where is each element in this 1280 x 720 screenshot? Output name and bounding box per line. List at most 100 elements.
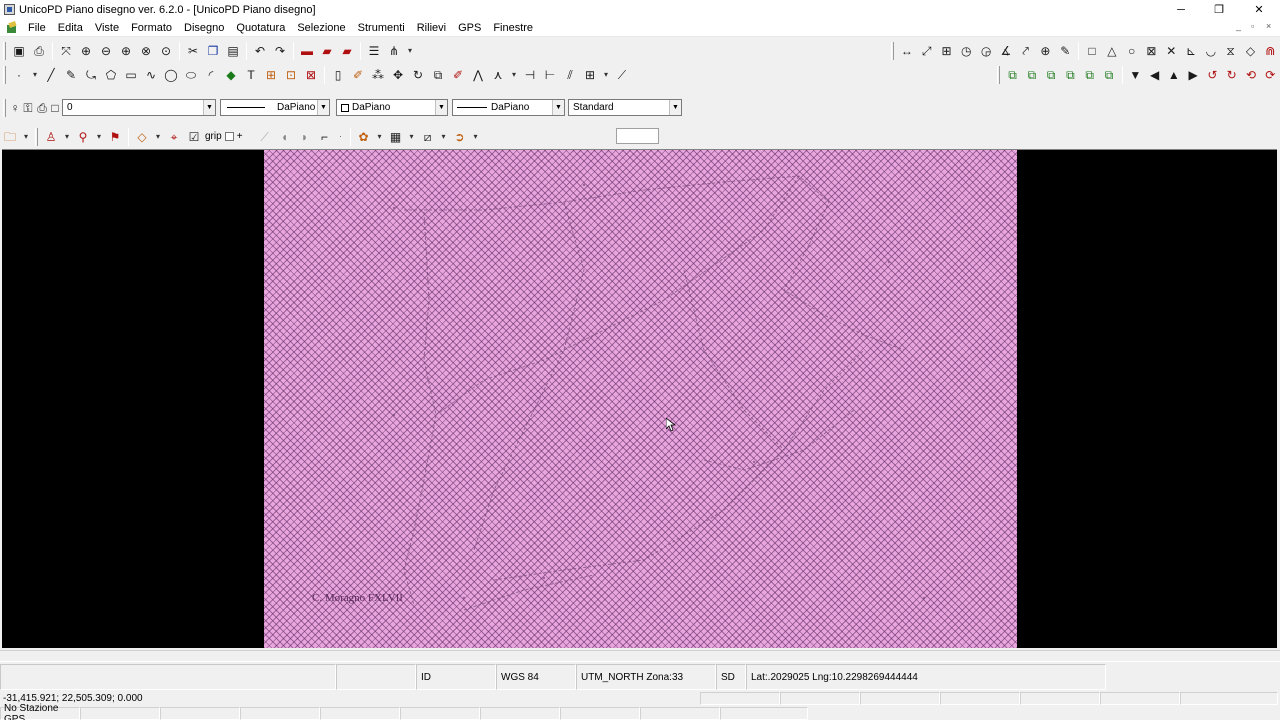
snap-square-icon[interactable]: □ [1083,42,1101,60]
undo-icon[interactable]: ↶ [251,42,269,60]
grip-check-icon[interactable]: ☑ [185,128,203,146]
menu-rilievi[interactable]: Rilievi [411,22,452,34]
ortho-icon[interactable]: ◖ [276,128,294,146]
copy-text-icon[interactable]: ⧉ [1062,66,1079,84]
chevron-down-icon[interactable]: ▾ [21,128,31,146]
copy-object-icon[interactable]: ⧉ [1004,66,1021,84]
snap-endpoint-icon[interactable]: ◇ [133,128,151,146]
app-icon[interactable] [4,4,15,15]
raster-icon[interactable]: ✿ [355,128,373,146]
array-icon[interactable]: ⁂ [369,66,387,84]
rotate-left-icon[interactable]: ↺ [1204,66,1221,84]
chevron-down-icon[interactable]: ▼ [435,100,447,115]
dim-diameter-icon[interactable]: ◶ [977,42,995,60]
layer-icon[interactable]: ▬ [298,42,316,60]
drawing-canvas[interactable]: C. Moragno FXLVII [2,149,1277,648]
menu-selezione[interactable]: Selezione [291,22,351,34]
arc-icon[interactable]: ◜ [202,66,220,84]
polar-icon[interactable]: ◗ [296,128,314,146]
copy-icon[interactable]: ❐ [204,42,222,60]
arrow-left-icon[interactable]: ◀ [1146,66,1163,84]
bulb-icon[interactable]: ♀ [10,99,20,117]
menu-gps[interactable]: GPS [452,22,487,34]
scale-icon[interactable]: ⧉ [429,66,447,84]
mirror-icon[interactable]: ⋀ [469,66,487,84]
arrow-down-icon[interactable]: ▼ [1127,66,1144,84]
multi-select-icon[interactable]: ⊞ [581,66,599,84]
menu-quotatura[interactable]: Quotatura [230,22,291,34]
snap-circle-icon[interactable]: ○ [1123,42,1141,60]
snap-off-icon[interactable]: ⋒ [1261,42,1279,60]
grid-snap-icon[interactable]: ⟋ [256,128,274,146]
paste-icon[interactable]: ▤ [224,42,242,60]
toolbar-grip[interactable] [35,127,38,146]
mdi-minimize-button[interactable]: _ [1236,21,1241,31]
copy-dim-icon[interactable]: ⧉ [1100,66,1117,84]
mdi-restore-button[interactable]: ▫ [1251,21,1254,31]
rotate-right-icon[interactable]: ↻ [1223,66,1240,84]
menu-file[interactable]: File [22,22,52,34]
block-icon[interactable]: ⊡ [282,66,300,84]
spline-icon[interactable]: ∿ [142,66,160,84]
layer-select[interactable]: 0 ▼ [62,99,216,116]
target-icon[interactable]: ⚑ [106,128,124,146]
zoom-extents-icon[interactable]: ⊗ [137,42,155,60]
dim-ordinate-icon[interactable]: ⊞ [938,42,956,60]
rotate-icon[interactable]: ↻ [409,66,427,84]
snap-icon[interactable]: ⋔ [385,42,403,60]
dim-leader-icon[interactable]: ⤤ [1017,42,1035,60]
menu-disegno[interactable]: Disegno [178,22,230,34]
chevron-down-icon[interactable]: ▼ [317,100,329,115]
command-input[interactable] [616,128,659,144]
explode-icon[interactable]: ⋏ [489,66,507,84]
chevron-down-icon[interactable]: ▼ [552,100,564,115]
lock-icon[interactable]: ⚿ [22,99,34,117]
snap-triangle-icon[interactable]: △ [1103,42,1121,60]
layers-manager-icon[interactable]: ☰ [365,42,383,60]
chevron-down-icon[interactable]: ▾ [94,128,104,146]
trim-icon[interactable]: ⊣ [521,66,539,84]
toolbar-grip[interactable] [3,41,6,60]
polygon-icon[interactable]: ⬠ [102,66,120,84]
match-properties-icon[interactable]: ✐ [349,66,367,84]
measure-icon[interactable]: ⟋ [613,66,631,84]
save-icon[interactable]: ▣ [10,42,28,60]
zoom-window-icon[interactable]: ⊕ [77,42,95,60]
minimize-button[interactable]: ─ [1162,0,1200,19]
toolbar-grip[interactable] [997,65,1000,84]
chevron-down-icon[interactable]: ▾ [601,66,611,84]
printer-small-icon[interactable]: ⎙ [36,99,48,117]
model-icon[interactable]: ⌐ [316,128,334,146]
chevron-down-icon[interactable]: ▾ [153,128,163,146]
ellipse-icon[interactable]: ⬭ [182,66,200,84]
copy-block-icon[interactable]: ⧉ [1043,66,1060,84]
chart-icon[interactable]: ⧄ [419,128,437,146]
mdi-close-button[interactable]: × [1266,21,1271,31]
horizontal-scrollbar[interactable] [0,650,1280,660]
open-folder-icon[interactable]: 🗀 [1,128,19,146]
chevron-down-icon[interactable]: ▾ [471,128,481,146]
zoom-in-icon[interactable]: ⊕ [117,42,135,60]
move-icon[interactable]: ✥ [389,66,407,84]
point-icon[interactable]: · [10,66,28,84]
close-button[interactable]: ✕ [1240,0,1278,19]
chevron-down-icon[interactable]: ▾ [509,66,519,84]
linetype-select[interactable]: DaPiano ▼ [220,99,330,116]
chevron-down-icon[interactable]: ▾ [405,42,415,60]
lineweight-select[interactable]: DaPiano ▼ [452,99,565,116]
dim-edit-icon[interactable]: ✎ [1056,42,1074,60]
survey-icon[interactable]: ♙ [42,128,60,146]
color-box-icon[interactable]: □ [50,99,60,117]
snap-tangent-icon[interactable]: ◡ [1202,42,1220,60]
snap-hourglass-icon[interactable]: ⧖ [1222,42,1240,60]
color-select[interactable]: DaPiano ▼ [336,99,448,116]
dim-aligned-icon[interactable]: ⤢ [918,42,936,60]
chevron-down-icon[interactable]: ▾ [30,66,40,84]
cut-icon[interactable]: ✂ [184,42,202,60]
circle-icon[interactable]: ◯ [162,66,180,84]
chevron-down-icon[interactable]: ▾ [375,128,385,146]
snap-perpendicular-icon[interactable]: ⊾ [1182,42,1200,60]
chevron-down-icon[interactable]: ▼ [203,100,215,115]
snap-x-icon[interactable]: ✕ [1162,42,1180,60]
pan-icon[interactable]: ⤧ [57,42,75,60]
